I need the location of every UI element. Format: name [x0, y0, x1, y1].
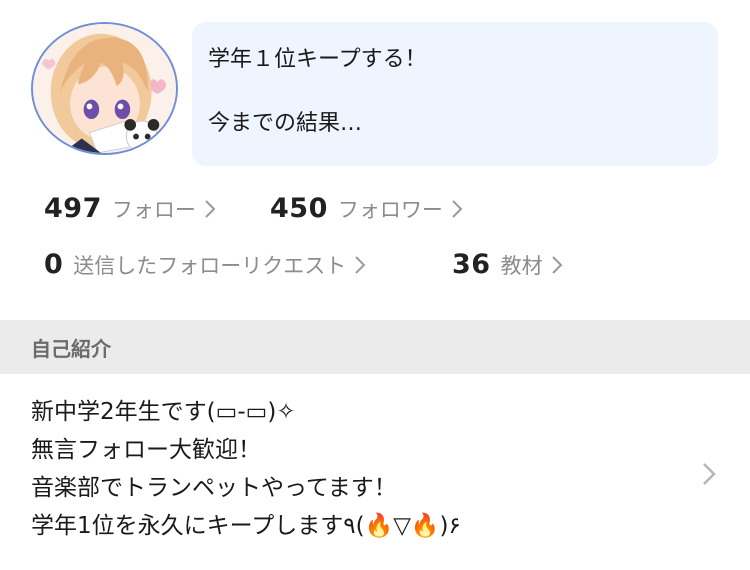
materials-count: 36: [452, 249, 491, 280]
materials-stat[interactable]: 36 教材: [452, 249, 565, 280]
status-line-2: 今までの結果…: [208, 111, 363, 136]
bio-line: 無言フォロー大歓迎！: [31, 437, 261, 463]
bio-line: 新中学2年生です(▭-▭)✧: [31, 399, 296, 425]
followers-stat[interactable]: 450 フォロワー: [270, 193, 465, 224]
avatar[interactable]: [31, 22, 178, 155]
bio-line: 音楽部でトランペットやってます！: [31, 475, 397, 501]
bio[interactable]: 新中学2年生です(▭-▭)✧ 無言フォロー大歓迎！ 音楽部でトランペットやってま…: [31, 393, 671, 545]
sent-requests-count: 0: [44, 249, 64, 280]
followers-label: フォロワー: [337, 197, 443, 222]
bio-line: 学年1位を永久にキープします٩(🔥▽🔥)۶: [31, 513, 461, 539]
chevron-right-icon: [352, 254, 368, 276]
chevron-right-icon: [549, 254, 565, 276]
section-title: 自己紹介: [31, 336, 111, 361]
chevron-right-icon: [202, 198, 218, 220]
following-count: 497: [44, 193, 102, 224]
avatar-illustration: [33, 24, 176, 153]
status-line-1: 学年１位キープする！: [208, 47, 427, 72]
following-label: フォロー: [111, 197, 196, 222]
sent-requests-label: 送信したフォローリクエスト: [73, 253, 347, 278]
following-stat[interactable]: 497 フォロー: [44, 193, 218, 224]
sent-requests-stat[interactable]: 0 送信したフォローリクエスト: [44, 249, 368, 280]
materials-label: 教材: [500, 253, 543, 278]
chevron-right-icon: [449, 198, 465, 220]
followers-count: 450: [270, 193, 328, 224]
self-introduction-header: 自己紹介: [0, 320, 750, 374]
chevron-right-icon[interactable]: [700, 460, 718, 488]
status-bubble: 学年１位キープする！ 今までの結果…: [192, 22, 718, 166]
